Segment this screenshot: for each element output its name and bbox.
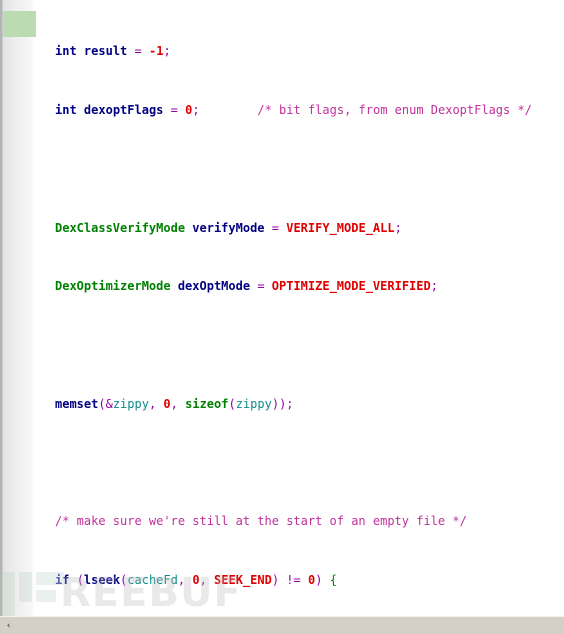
code-surface[interactable]: int result = -1; int dexoptFlags = 0; /*…	[0, 0, 564, 616]
scroll-left-arrow-icon[interactable]: ‹	[0, 617, 17, 634]
code-line: /* make sure we're still at the start of…	[55, 514, 467, 529]
code-line: if (lseek(cacheFd, 0, SEEK_END) != 0) {	[55, 573, 337, 588]
horizontal-scrollbar[interactable]: ‹	[0, 616, 564, 634]
code-line: DexOptimizerMode dexOptMode = OPTIMIZE_M…	[55, 279, 438, 294]
code-line: DexClassVerifyMode verifyMode = VERIFY_M…	[55, 220, 402, 235]
scrollbar-track[interactable]	[17, 617, 564, 634]
code-line: memset(&zippy, 0, sizeof(zippy));	[55, 396, 294, 411]
code-line: int dexoptFlags = 0; /* bit flags, from …	[55, 102, 532, 117]
code-line: int result = -1;	[55, 44, 171, 59]
code-viewer-window: int result = -1; int dexoptFlags = 0; /*…	[0, 0, 564, 634]
code-lines: int result = -1; int dexoptFlags = 0; /*…	[55, 0, 561, 616]
